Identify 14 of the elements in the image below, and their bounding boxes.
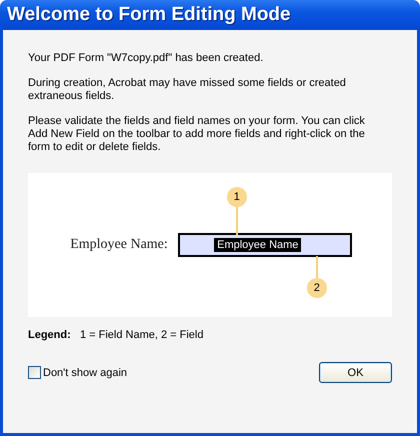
field-name-tag: Employee Name xyxy=(214,238,302,252)
ok-button[interactable]: OK xyxy=(319,362,392,383)
legend-text: Legend: 1 = Field Name, 2 = Field xyxy=(28,329,204,342)
window-title: Welcome to Form Editing Mode xyxy=(7,4,291,26)
checkbox-label[interactable]: Don't show again xyxy=(43,366,128,378)
message-text: Your PDF Form "W7copy.pdf" has been created. xyxy=(28,52,264,65)
leader-line xyxy=(236,205,238,235)
leader-line xyxy=(316,256,318,280)
message-text: During creation, Acrobat may have missed some fields or created extraneous fields. xyxy=(28,77,347,103)
callout-marker: 2 xyxy=(306,278,327,298)
field-label: Employee Name: xyxy=(70,237,168,253)
message-text: Please validate the fields and field names on your form. You can click Add New Field on the toolbar to add more fields and right-click on the form to edit or delete fields. xyxy=(28,115,366,154)
callout-marker: 1 xyxy=(226,187,247,207)
checkbox[interactable] xyxy=(28,366,41,379)
